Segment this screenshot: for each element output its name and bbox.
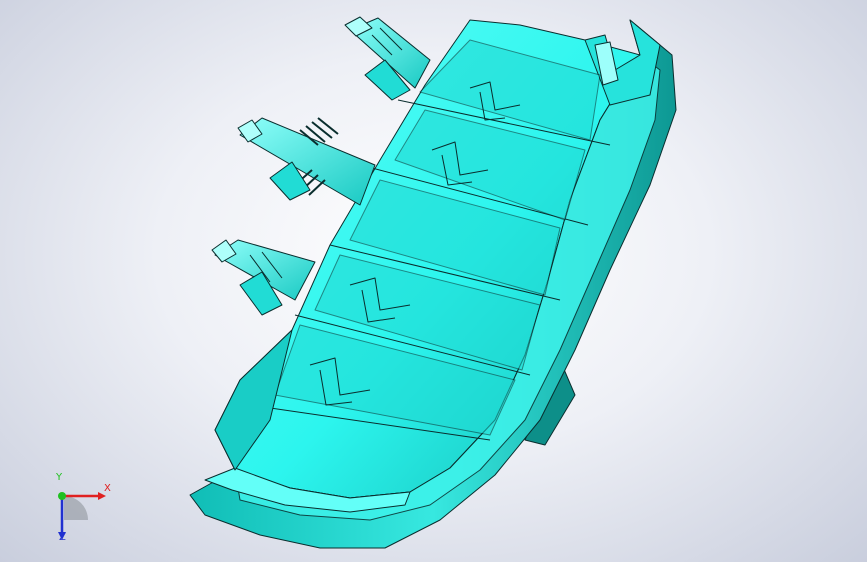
y-axis-label: Y: [56, 472, 63, 483]
cad-part-model[interactable]: [0, 0, 867, 562]
connector-pin-middle: [237, 117, 376, 206]
connector-pin-top: [344, 16, 431, 101]
z-axis-label: Z: [59, 532, 66, 543]
y-axis-dot: [58, 492, 66, 500]
x-axis-label: X: [104, 483, 111, 494]
reference-triad: X Y Z: [46, 472, 116, 544]
connector-pin-lower: [211, 239, 316, 316]
graphics-viewport[interactable]: X Y Z: [0, 0, 867, 562]
